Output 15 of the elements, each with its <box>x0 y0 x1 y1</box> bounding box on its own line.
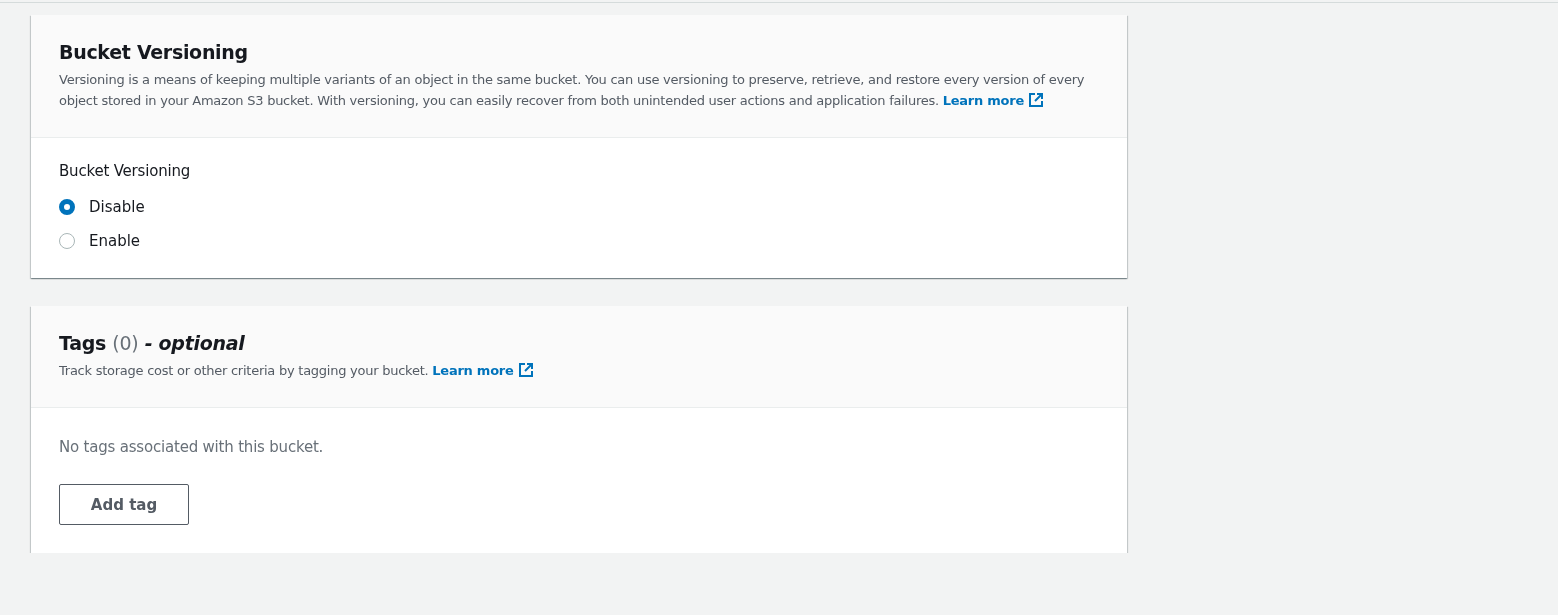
radio-option[interactable]: Disable <box>59 190 1099 224</box>
external-link-icon <box>517 362 534 378</box>
description-text: Track storage cost or other criteria by tagging your bucket. Learn more <box>59 360 1099 381</box>
external-link-icon <box>1028 92 1045 108</box>
panel-title: Bucket Versioning <box>59 41 249 63</box>
radio-option[interactable]: Enable <box>59 224 1099 258</box>
description-text: Versioning is a means of keeping multiple variants of an object in the same bucket. You can use versioning to preserve, retrieve, and restore every version of every object stored in your Amazon S3 bucket. With versioning, you can easily recover from both unintended user actions and application failures. Learn more <box>59 71 1086 110</box>
panel-title: Tags (0) - optional <box>59 332 246 354</box>
learn-more-link[interactable]: Learn more <box>432 363 534 378</box>
empty-state-text: No tags associated with this bucket. <box>59 438 325 456</box>
radio-button[interactable] <box>59 199 75 215</box>
learn-more-link[interactable]: Learn more <box>942 93 1045 108</box>
radio-button[interactable] <box>59 233 75 249</box>
add-tag-button[interactable]: Add tag <box>59 484 189 525</box>
field-label: Bucket Versioning <box>59 162 192 180</box>
